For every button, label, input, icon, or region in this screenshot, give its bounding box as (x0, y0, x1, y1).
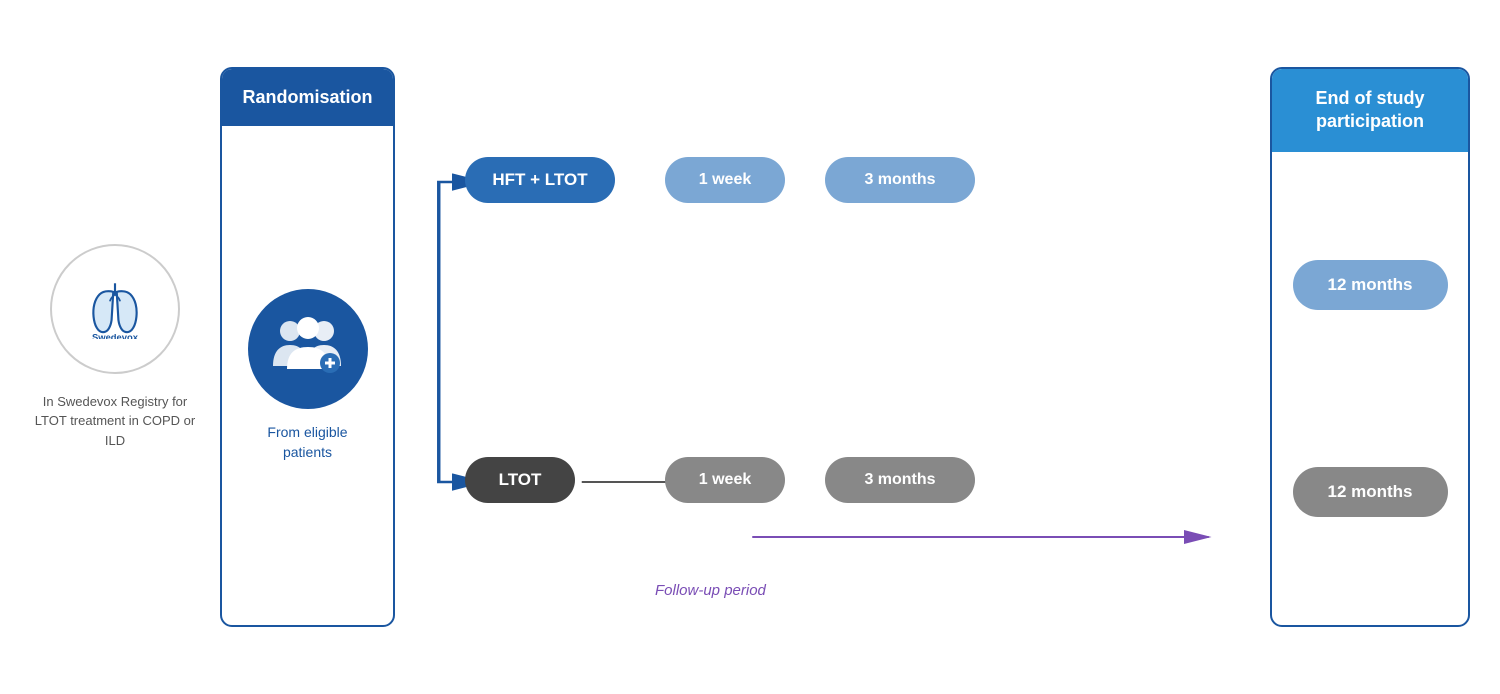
randomisation-header: Randomisation (222, 69, 393, 126)
pill-12months-blue: 12 months (1293, 260, 1448, 310)
logo-circle: Swedevox (50, 244, 180, 374)
randomisation-column: Randomisation (220, 67, 395, 627)
end-of-study-body: 12 months 12 months (1272, 152, 1468, 625)
pill-top-1week: 1 week (665, 157, 785, 203)
flow-arrows-svg (425, 67, 1250, 627)
pill-ltot: LTOT (465, 457, 575, 503)
pill-hft-ltot: HFT + LTOT (465, 157, 615, 203)
followup-period-label: Follow-up period (655, 582, 766, 599)
flow-area: HFT + LTOT 1 week 3 months LTOT 1 week 3… (425, 67, 1250, 627)
patients-label: From eligible patients (242, 423, 373, 462)
patients-people-icon (268, 311, 348, 386)
swedevox-logo-icon: Swedevox (80, 279, 150, 339)
pill-bottom-1week: 1 week (665, 457, 785, 503)
main-container: Swedevox In Swedevox Registry for LTOT t… (0, 0, 1500, 694)
end-of-study-section: End of study participation 12 months 12 … (1270, 67, 1470, 627)
end-of-study-header: End of study participation (1272, 69, 1468, 152)
logo-caption: In Swedevox Registry for LTOT treatment … (30, 392, 200, 451)
logo-section: Swedevox In Swedevox Registry for LTOT t… (30, 244, 200, 451)
pill-12months-gray: 12 months (1293, 467, 1448, 517)
pill-bottom-3months: 3 months (825, 457, 975, 503)
patients-icon-circle (248, 289, 368, 409)
pill-top-3months: 3 months (825, 157, 975, 203)
randomisation-body: From eligible patients (222, 126, 393, 625)
svg-text:Swedevox: Swedevox (92, 331, 139, 338)
